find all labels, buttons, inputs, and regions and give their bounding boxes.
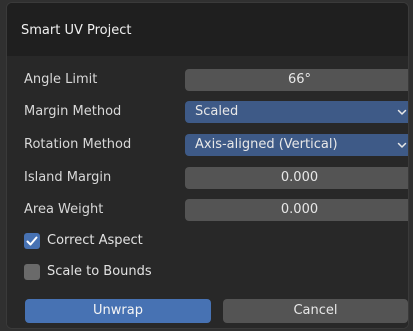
area-weight-label: Area Weight: [24, 202, 104, 217]
rotation-method-value: Axis-aligned (Vertical): [195, 137, 338, 152]
area-weight-field[interactable]: 0.000: [185, 199, 408, 221]
cancel-button[interactable]: Cancel: [223, 299, 408, 323]
angle-limit-label: Angle Limit: [24, 72, 98, 87]
checkbox-checked[interactable]: [24, 233, 40, 249]
island-margin-field[interactable]: 0.000: [185, 167, 408, 189]
rotation-method-select[interactable]: Axis-aligned (Vertical): [185, 134, 408, 156]
chevron-down-icon: [397, 142, 407, 148]
dialog-title: Smart UV Project: [21, 23, 132, 38]
unwrap-button[interactable]: Unwrap: [25, 299, 211, 323]
island-margin-label: Island Margin: [24, 170, 112, 185]
dialog-header: Smart UV Project: [7, 3, 408, 57]
cancel-button-label: Cancel: [293, 303, 338, 318]
unwrap-button-label: Unwrap: [93, 303, 143, 318]
chevron-down-icon: [397, 109, 407, 115]
scale-to-bounds-label: Scale to Bounds: [47, 264, 152, 279]
margin-method-label: Margin Method: [24, 104, 122, 119]
smart-uv-project-dialog: Smart UV Project Angle Limit 66° Margin …: [6, 2, 409, 329]
angle-limit-field[interactable]: 66°: [185, 69, 408, 91]
dialog-body: [7, 56, 408, 328]
checkmark-icon: [26, 236, 38, 246]
correct-aspect-label: Correct Aspect: [47, 233, 143, 248]
checkbox-unchecked[interactable]: [24, 264, 40, 280]
rotation-method-label: Rotation Method: [24, 137, 132, 152]
margin-method-value: Scaled: [195, 104, 239, 119]
margin-method-select[interactable]: Scaled: [185, 101, 408, 123]
